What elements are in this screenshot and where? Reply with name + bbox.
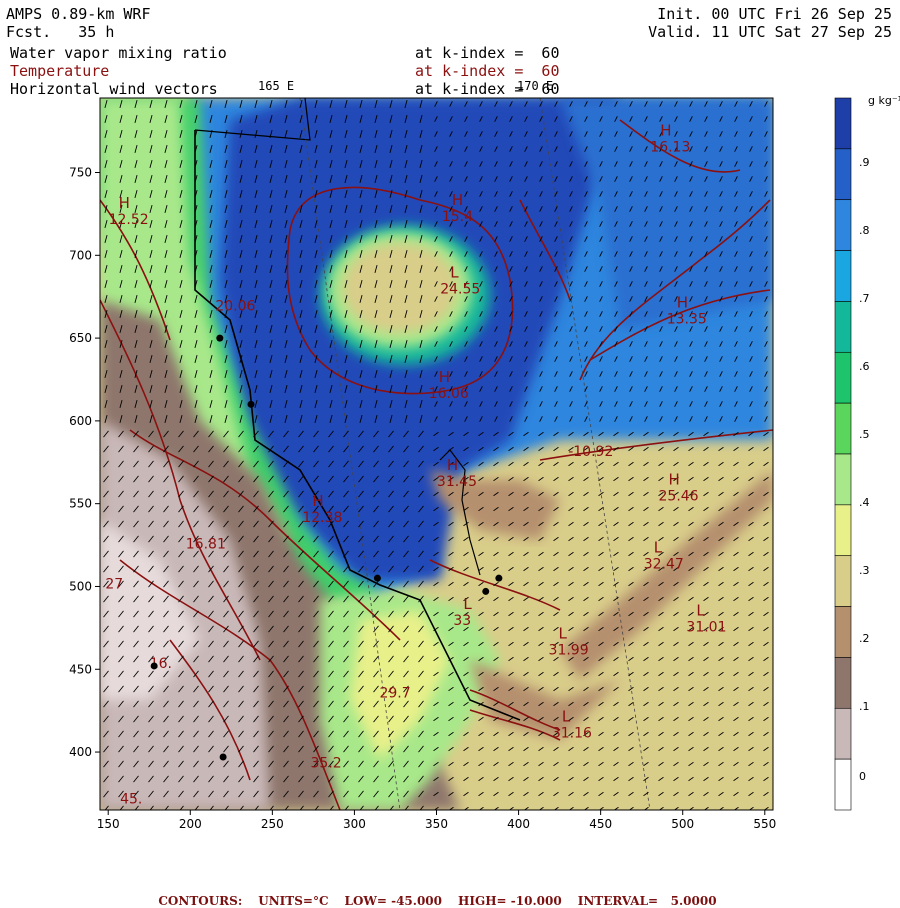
pressure-symbol: H bbox=[439, 368, 450, 386]
x-tick-label: 350 bbox=[425, 817, 448, 831]
contour-value-label: 33 bbox=[453, 613, 471, 629]
x-tick-label: 300 bbox=[343, 817, 366, 831]
x-tick-label: 400 bbox=[507, 817, 530, 831]
contour-value-label: 45. bbox=[120, 792, 142, 808]
y-tick-label: 600 bbox=[69, 414, 92, 428]
contour-value-label: 12.38 bbox=[302, 510, 342, 526]
contours-label: CONTOURS: bbox=[158, 894, 243, 908]
colorbar-swatch bbox=[834, 758, 852, 811]
contour-value-label: 16.06 bbox=[429, 386, 469, 402]
colorbar-swatch bbox=[834, 250, 852, 302]
pressure-symbol: L bbox=[450, 264, 459, 282]
contour-value-label: 31.45 bbox=[437, 474, 477, 490]
colorbar-label: .6 bbox=[859, 360, 870, 373]
colorbar-label: .5 bbox=[859, 428, 870, 441]
contour-info: CONTOURS: UNITS=°C LOW= -45.000 HIGH= -10.0… bbox=[150, 880, 733, 908]
contour-value-label: 31.01 bbox=[686, 620, 726, 636]
pressure-symbol: L bbox=[562, 707, 571, 725]
colorbar-swatch bbox=[834, 199, 852, 251]
x-tick-label: 500 bbox=[671, 817, 694, 831]
station-dot bbox=[482, 587, 490, 595]
pressure-symbol: H bbox=[669, 471, 680, 489]
contour-value-label: 20.06 bbox=[215, 298, 255, 314]
pressure-symbol: L bbox=[463, 595, 472, 613]
colorbar-label: .4 bbox=[859, 496, 870, 509]
pressure-symbol: H bbox=[660, 121, 671, 139]
contour-value-label: 31.16 bbox=[552, 725, 592, 741]
colorbar-swatch bbox=[834, 657, 852, 709]
colorbar-swatch bbox=[834, 555, 852, 607]
x-tick-label: 550 bbox=[753, 817, 776, 831]
contour-low: LOW= -45.000 bbox=[344, 894, 443, 908]
y-tick-label: 750 bbox=[69, 166, 92, 180]
y-tick-label: 400 bbox=[69, 745, 92, 759]
y-tick-label: 550 bbox=[69, 497, 92, 511]
contour-units: UNITS=°C bbox=[258, 894, 329, 908]
contour-value-label: 29.7 bbox=[379, 686, 410, 702]
pressure-symbol: L bbox=[654, 539, 663, 557]
pressure-symbol: H bbox=[312, 492, 323, 510]
contour-value-label: 25.46 bbox=[659, 489, 699, 505]
x-tick-label: 150 bbox=[97, 817, 120, 831]
pressure-symbol: H bbox=[452, 191, 463, 209]
station-dot bbox=[150, 662, 158, 670]
colorbar-label: .2 bbox=[859, 632, 870, 645]
colorbar-swatch bbox=[834, 402, 852, 455]
contour-value-label: 31.99 bbox=[549, 643, 589, 659]
station-dot bbox=[219, 753, 227, 761]
moisture-field: H16.13H15.4L24.55H13.35H16.06H12.5220.06… bbox=[100, 98, 773, 810]
x-tick-label: 250 bbox=[261, 817, 284, 831]
colorbar-swatch bbox=[834, 606, 852, 658]
lon-label-165: 165 E bbox=[258, 79, 294, 93]
colorbar-label: .1 bbox=[859, 700, 870, 713]
colorbar-swatch bbox=[834, 504, 852, 557]
x-tick-label: 450 bbox=[589, 817, 612, 831]
colorbar-swatch bbox=[834, 301, 852, 353]
colorbar-label: .7 bbox=[859, 292, 870, 305]
station-dot bbox=[247, 400, 255, 408]
colorbar-label: .8 bbox=[859, 224, 870, 237]
contour-interval: INTERVAL= 5.0000 bbox=[577, 894, 717, 908]
colorbar-swatch bbox=[834, 453, 852, 506]
colorbar-swatch bbox=[834, 148, 852, 201]
y-tick-label: 500 bbox=[69, 579, 92, 593]
pressure-symbol: H bbox=[119, 194, 130, 212]
contour-value-label: 24.55 bbox=[440, 282, 480, 298]
colorbar-label: .9 bbox=[859, 156, 870, 169]
station-dot bbox=[216, 334, 224, 342]
contour-high: HIGH= -10.000 bbox=[458, 894, 562, 908]
contour-value-label: 16.13 bbox=[650, 139, 690, 155]
pressure-symbol: L bbox=[696, 602, 705, 620]
colorbar-label: .3 bbox=[859, 564, 870, 577]
contour-value-label: 13.35 bbox=[667, 312, 707, 328]
contour-value-label: -10.92 bbox=[568, 444, 613, 460]
lon-label-170: 170 E bbox=[517, 79, 553, 93]
y-tick-label: 650 bbox=[69, 331, 92, 345]
contour-value-label: 15.4 bbox=[442, 209, 473, 225]
y-tick-label: 450 bbox=[69, 662, 92, 676]
pressure-symbol: H bbox=[447, 456, 458, 474]
contour-value-label: 16.81 bbox=[186, 537, 226, 553]
contour-value-label: 32.47 bbox=[644, 557, 684, 573]
weather-map: H16.13H15.4L24.55H13.35H16.06H12.5220.06… bbox=[69, 79, 900, 831]
y-tick-label: 700 bbox=[69, 248, 92, 262]
colorbar-swatch bbox=[834, 351, 852, 404]
colorbar-unit: g kg⁻¹ bbox=[868, 94, 900, 107]
station-dot bbox=[373, 574, 381, 582]
station-dot bbox=[495, 574, 503, 582]
colorbar-swatch bbox=[834, 97, 852, 150]
colorbar-label: 0 bbox=[859, 770, 866, 783]
contour-value-label: 27 bbox=[105, 576, 123, 592]
colorbar-swatch bbox=[834, 707, 852, 760]
x-tick-label: 200 bbox=[179, 817, 202, 831]
pressure-symbol: H bbox=[677, 294, 688, 312]
pressure-symbol: L bbox=[559, 625, 568, 643]
colorbar: .9 .8 .7 .6 .5 .4 .3 .2 .1 0 bbox=[834, 97, 870, 811]
contour-value-label: 12.52 bbox=[109, 212, 149, 228]
contour-value-label: 35.2 bbox=[311, 755, 342, 771]
